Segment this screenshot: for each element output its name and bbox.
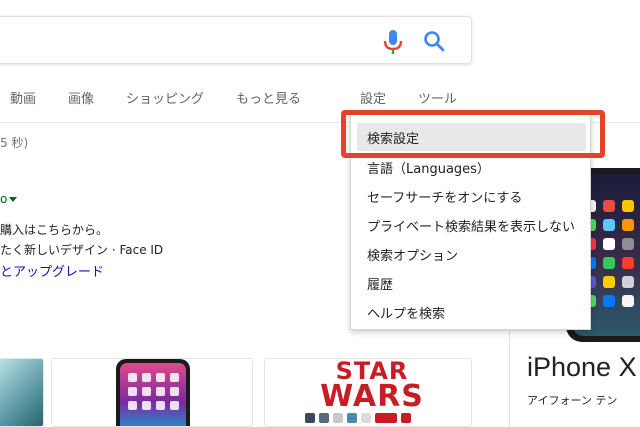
result-url-fragment: o [0,192,18,206]
image-thumbnails: STAR WARS [0,358,640,427]
search-icon[interactable] [423,30,445,52]
phone-cases [305,413,411,423]
thumbnail-1[interactable] [0,358,44,427]
highlight-callout-box [341,110,605,158]
search-input[interactable] [0,16,472,64]
starwars-logo: STAR WARS [320,358,424,414]
tab-tools[interactable]: ツール [418,88,457,107]
microphone-icon[interactable] [381,29,405,55]
menu-item-languages[interactable]: 言語（Languages） [367,158,490,177]
tab-shopping[interactable]: ショッピング [126,88,204,107]
top-bar: 動画 画像 ショッピング もっと見る 設定 ツール [0,0,640,124]
menu-item-private-results[interactable]: プライベート検索結果を表示しない [367,216,575,235]
menu-item-history[interactable]: 履歴 [367,274,393,293]
tab-more[interactable]: もっと見る [236,88,301,107]
thumbnail-2[interactable] [51,358,253,427]
tab-settings[interactable]: 設定 [360,88,386,107]
result-snippet-line2: たく新しいデザイン · Face ID [0,243,164,257]
menu-item-safesearch[interactable]: セーフサーチをオンにする [367,187,522,206]
result-sitelink[interactable]: とアップグレード [0,261,104,280]
menu-item-advanced-search[interactable]: 検索オプション [367,245,458,264]
tab-video[interactable]: 動画 [10,88,36,107]
menu-item-search-help[interactable]: ヘルプを検索 [367,303,445,322]
thumbnail-3[interactable]: STAR WARS [264,358,472,427]
result-snippet-line1: 購入はこちらから。 [0,223,109,237]
chevron-down-icon[interactable] [9,197,18,202]
result-stats: 5 秒) [0,136,29,150]
tab-images[interactable]: 画像 [68,88,94,107]
app-icon-grid [584,200,634,307]
